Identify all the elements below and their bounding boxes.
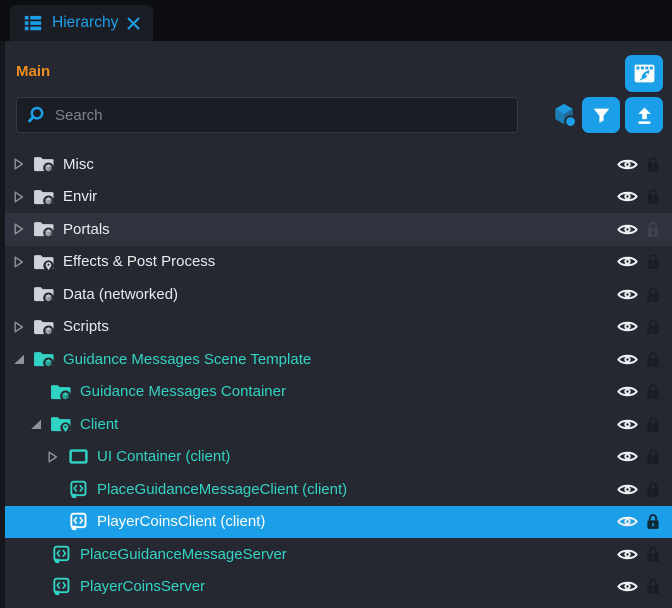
tree-row[interactable]: PlaceGuidanceMessageServer <box>5 538 672 571</box>
row-label: Scripts <box>63 318 616 335</box>
row-label: Envir <box>63 188 616 205</box>
object-type-icon <box>29 253 59 271</box>
upload-icon <box>634 105 655 126</box>
lock-icon[interactable] <box>645 318 660 335</box>
expand-arrow-icon[interactable] <box>9 191 29 203</box>
eye-icon[interactable] <box>616 482 638 497</box>
expand-arrow-icon[interactable] <box>9 321 29 333</box>
eye-icon[interactable] <box>616 579 638 594</box>
object-type-icon <box>29 285 59 303</box>
filter-button[interactable] <box>582 97 620 133</box>
row-label: Client <box>80 416 616 433</box>
lock-icon[interactable] <box>645 481 660 498</box>
expand-arrow-icon[interactable] <box>9 354 29 365</box>
tree-row[interactable]: UI Container (client) <box>5 441 672 474</box>
tree-row[interactable]: Scripts <box>5 311 672 344</box>
eye-icon[interactable] <box>616 157 638 172</box>
row-label: PlayerCoinsServer <box>80 578 616 595</box>
search-input[interactable] <box>16 97 518 133</box>
eye-icon[interactable] <box>616 514 638 529</box>
hierarchy-panel: Main <box>0 41 672 608</box>
hierarchy-list-icon <box>23 13 43 33</box>
hierarchy-tree: Misc <box>5 148 672 608</box>
expand-arrow-icon[interactable] <box>9 256 29 268</box>
eye-icon[interactable] <box>616 319 638 334</box>
hierarchy-toolbar <box>16 97 663 133</box>
asset-cube-toggle[interactable] <box>550 101 578 129</box>
lock-icon[interactable] <box>645 546 660 563</box>
object-type-icon <box>29 188 59 206</box>
lock-icon[interactable] <box>645 416 660 433</box>
expand-arrow-icon[interactable] <box>9 223 29 235</box>
tree-row[interactable]: Data (networked) <box>5 278 672 311</box>
tree-row[interactable]: Misc <box>5 148 672 181</box>
tab-hierarchy[interactable]: Hierarchy <box>10 5 153 41</box>
row-label: Guidance Messages Scene Template <box>63 351 616 368</box>
tree-row[interactable]: PlaceGuidanceMessageClient (client) <box>5 473 672 506</box>
object-type-icon <box>46 415 76 433</box>
lock-icon[interactable] <box>645 286 660 303</box>
lock-icon[interactable] <box>645 221 660 238</box>
lock-icon[interactable] <box>645 383 660 400</box>
object-type-icon <box>29 155 59 173</box>
search-box <box>16 97 518 133</box>
lock-icon[interactable] <box>645 578 660 595</box>
lock-icon[interactable] <box>645 351 660 368</box>
object-type-icon <box>63 449 93 464</box>
clapperboard-rocket-button[interactable] <box>625 55 663 92</box>
row-label: PlaceGuidanceMessageServer <box>80 546 616 563</box>
lock-icon[interactable] <box>645 253 660 270</box>
eye-icon[interactable] <box>616 287 638 302</box>
tree-row[interactable]: Portals <box>5 213 672 246</box>
object-type-icon <box>29 350 59 368</box>
eye-icon[interactable] <box>616 449 638 464</box>
object-type-icon <box>46 545 76 564</box>
filter-funnel-icon <box>591 105 612 126</box>
row-label: Data (networked) <box>63 286 616 303</box>
root-section-label: Main <box>16 63 50 80</box>
tree-row[interactable]: Envir <box>5 181 672 214</box>
eye-icon[interactable] <box>616 417 638 432</box>
object-type-icon <box>46 577 76 596</box>
row-label: PlaceGuidanceMessageClient (client) <box>97 481 616 498</box>
tree-row[interactable]: PlayerCoinsClient (client) <box>5 506 672 539</box>
row-label: Portals <box>63 221 616 238</box>
close-icon[interactable] <box>127 17 140 30</box>
lock-icon[interactable] <box>645 513 660 530</box>
object-type-icon <box>29 318 59 336</box>
eye-icon[interactable] <box>616 384 638 399</box>
tree-row[interactable]: Effects & Post Process <box>5 246 672 279</box>
tree-row[interactable]: PlayerCoinsServer <box>5 571 672 604</box>
object-type-icon <box>63 480 93 499</box>
expand-arrow-icon[interactable] <box>43 451 63 463</box>
row-label: Misc <box>63 156 616 173</box>
search-icon <box>26 105 46 130</box>
eye-icon[interactable] <box>616 352 638 367</box>
row-label: PlayerCoinsClient (client) <box>97 513 616 530</box>
row-label: Effects & Post Process <box>63 253 616 270</box>
row-label: UI Container (client) <box>97 448 616 465</box>
expand-arrow-icon[interactable] <box>9 158 29 170</box>
tree-row[interactable]: Client <box>5 408 672 441</box>
asset-cube-icon <box>550 101 578 129</box>
eye-icon[interactable] <box>616 547 638 562</box>
expand-arrow-icon[interactable] <box>26 419 46 430</box>
eye-icon[interactable] <box>616 222 638 237</box>
tab-title: Hierarchy <box>52 14 118 32</box>
eye-icon[interactable] <box>616 189 638 204</box>
clapperboard-rocket-icon <box>632 61 657 86</box>
object-type-icon <box>46 383 76 401</box>
lock-icon[interactable] <box>645 188 660 205</box>
row-label: Guidance Messages Container <box>80 383 616 400</box>
lock-icon[interactable] <box>645 448 660 465</box>
panel-tab-bar: Hierarchy <box>0 0 672 41</box>
object-type-icon <box>63 512 93 531</box>
upload-button[interactable] <box>625 97 663 133</box>
eye-icon[interactable] <box>616 254 638 269</box>
lock-icon[interactable] <box>645 156 660 173</box>
tree-row[interactable]: Guidance Messages Container <box>5 376 672 409</box>
object-type-icon <box>29 220 59 238</box>
tree-row[interactable]: Guidance Messages Scene Template <box>5 343 672 376</box>
